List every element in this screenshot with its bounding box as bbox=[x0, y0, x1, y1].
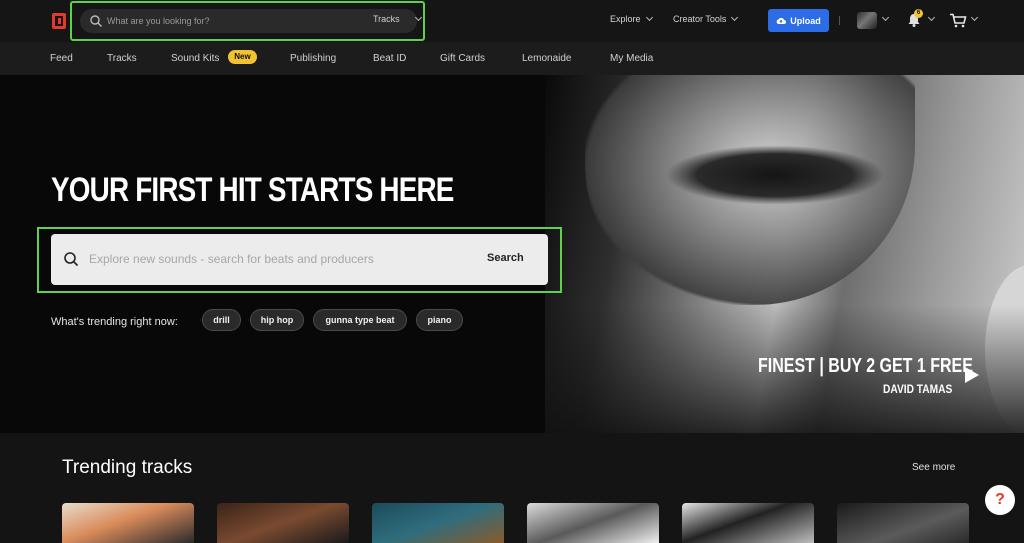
hero-image[interactable] bbox=[545, 75, 1024, 433]
chevron-down-icon bbox=[731, 13, 739, 22]
upload-label: Upload bbox=[790, 15, 821, 26]
search-icon bbox=[90, 15, 102, 27]
chevron-down-icon[interactable] bbox=[927, 13, 936, 22]
hero-search-bar[interactable]: Search bbox=[51, 234, 548, 285]
search-icon bbox=[64, 252, 79, 267]
header-search-highlight: Tracks bbox=[70, 1, 425, 41]
chevron-down-icon[interactable] bbox=[414, 13, 423, 22]
track-card-artwork[interactable] bbox=[372, 503, 504, 543]
hero-search-button[interactable]: Search bbox=[487, 252, 524, 264]
track-card-artwork[interactable] bbox=[682, 503, 814, 543]
section-title: Trending tracks bbox=[62, 457, 193, 478]
track-card-artwork[interactable] bbox=[217, 503, 349, 543]
help-button[interactable]: ? bbox=[985, 485, 1015, 515]
see-more-link[interactable]: See more bbox=[912, 462, 955, 473]
trending-chip-hip-hop[interactable]: hip hop bbox=[250, 309, 304, 331]
track-card-artwork[interactable] bbox=[527, 503, 659, 543]
nav-item-my-media[interactable]: My Media bbox=[610, 53, 653, 64]
hero-banner: YOUR FIRST HIT STARTS HERE Search What's… bbox=[0, 75, 1024, 433]
chevron-down-icon[interactable] bbox=[881, 13, 890, 22]
play-icon[interactable] bbox=[965, 367, 979, 383]
hero-image-mouth bbox=[665, 145, 885, 205]
upload-button[interactable]: Upload bbox=[768, 9, 829, 32]
beatstars-logo-icon[interactable] bbox=[52, 13, 66, 29]
search-category-select[interactable]: Tracks bbox=[373, 14, 400, 24]
explore-menu[interactable]: Explore bbox=[610, 13, 653, 24]
nav-item-feed[interactable]: Feed bbox=[50, 53, 73, 64]
hero-title: YOUR FIRST HIT STARTS HERE bbox=[51, 171, 454, 209]
trending-chip-gunna-type-beat[interactable]: gunna type beat bbox=[313, 309, 407, 331]
track-card-artwork[interactable] bbox=[62, 503, 194, 543]
explore-label: Explore bbox=[610, 14, 641, 24]
chevron-down-icon bbox=[645, 13, 653, 22]
avatar[interactable] bbox=[857, 12, 877, 29]
nav-item-publishing[interactable]: Publishing bbox=[290, 53, 336, 64]
cloud-upload-icon bbox=[776, 17, 787, 24]
new-badge: New bbox=[228, 50, 257, 64]
creator-tools-menu[interactable]: Creator Tools bbox=[673, 13, 739, 24]
nav-item-tracks[interactable]: Tracks bbox=[107, 53, 137, 64]
top-header: Tracks Explore Creator Tools Upload 6 bbox=[0, 0, 1024, 42]
promo-subtitle[interactable]: DAVID TAMAS bbox=[883, 382, 952, 396]
nav-item-lemonaide[interactable]: Lemonaide bbox=[522, 53, 571, 64]
trending-label: What's trending right now: bbox=[51, 316, 178, 328]
hero-search-highlight: Search bbox=[37, 227, 562, 293]
hero-search-input[interactable] bbox=[89, 248, 469, 270]
cart-icon[interactable] bbox=[949, 13, 967, 28]
divider bbox=[839, 16, 840, 25]
trending-chip-piano[interactable]: piano bbox=[416, 309, 463, 331]
nav-item-gift-cards[interactable]: Gift Cards bbox=[440, 53, 485, 64]
trending-tracks-section: Trending tracks See more bbox=[0, 433, 1024, 543]
chevron-down-icon[interactable] bbox=[970, 13, 979, 22]
header-search-input[interactable] bbox=[107, 12, 347, 30]
promo-title[interactable]: FINEST | BUY 2 GET 1 FREE bbox=[758, 355, 973, 378]
creator-tools-label: Creator Tools bbox=[673, 14, 727, 24]
track-card-artwork[interactable] bbox=[837, 503, 969, 543]
nav-item-beat-id[interactable]: Beat ID bbox=[373, 53, 406, 64]
trending-chip-drill[interactable]: drill bbox=[202, 309, 241, 331]
header-search-bar[interactable]: Tracks bbox=[80, 9, 423, 33]
main-nav: Feed Tracks Sound Kits New Publishing Be… bbox=[0, 42, 1024, 75]
nav-item-sound-kits[interactable]: Sound Kits bbox=[171, 53, 219, 64]
notification-count-badge: 6 bbox=[914, 9, 923, 18]
